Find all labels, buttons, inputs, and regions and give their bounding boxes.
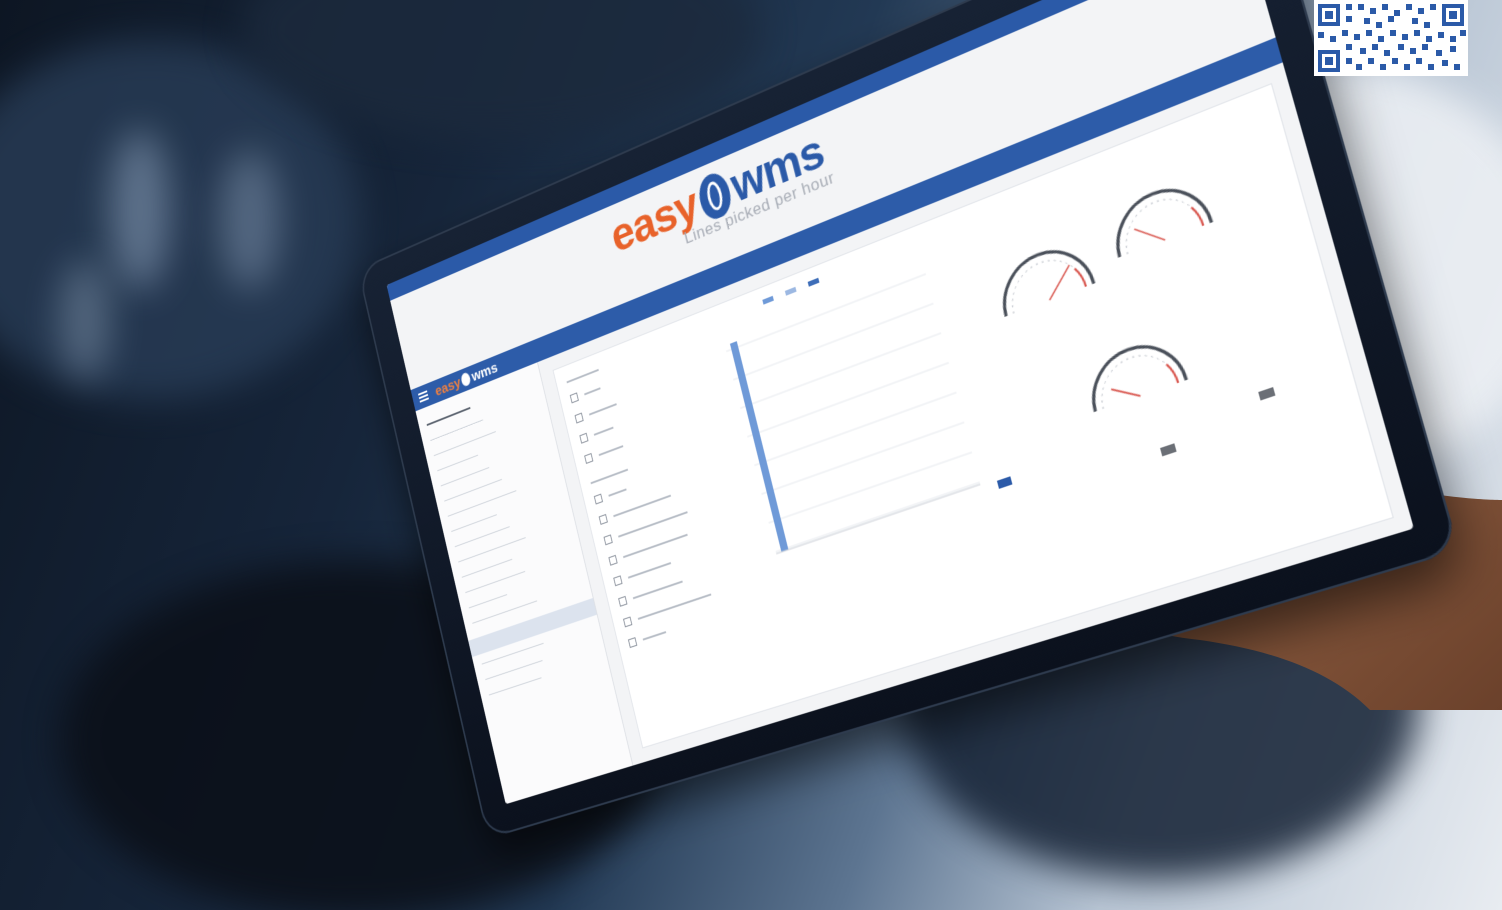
checkbox-icon[interactable] [623, 616, 632, 627]
chart-axis [776, 484, 980, 553]
gauge-red-zone [1071, 205, 1241, 406]
checkbox-icon[interactable] [628, 637, 637, 648]
checkbox-icon[interactable] [579, 433, 588, 444]
checkbox-icon[interactable] [618, 596, 627, 607]
legend-swatch [808, 278, 820, 287]
sidebar-item[interactable] [462, 559, 513, 578]
sidebar-item[interactable] [485, 660, 542, 680]
sidebar-item[interactable] [489, 677, 542, 695]
gauge-needle [1040, 219, 1202, 416]
sidebar-item[interactable] [469, 594, 507, 608]
status-badge [1160, 443, 1177, 456]
gauge-ticks [1000, 187, 1240, 429]
sidebar-item-active[interactable] [468, 598, 596, 657]
checkbox-icon[interactable] [613, 575, 622, 586]
sidebar-item[interactable] [437, 455, 478, 472]
sidebar-item[interactable] [441, 467, 490, 486]
sidebar-heading [427, 407, 471, 426]
chart-bar [730, 341, 788, 552]
filter-option[interactable] [628, 598, 756, 648]
checkbox-icon[interactable] [594, 494, 603, 505]
gauges [962, 132, 1284, 489]
checkbox-icon[interactable] [584, 453, 593, 464]
hamburger-menu-icon[interactable] [418, 390, 429, 402]
checkbox-icon[interactable] [608, 555, 617, 566]
sidebar-item[interactable] [455, 526, 510, 547]
checkbox-icon[interactable] [570, 392, 579, 403]
checkbox-icon[interactable] [575, 413, 584, 424]
checkbox-icon[interactable] [599, 514, 608, 525]
blue-badge [997, 476, 1012, 489]
gauge [990, 176, 1248, 432]
engine-highlight-3 [60, 260, 110, 380]
checkbox-icon[interactable] [604, 534, 613, 545]
engine-highlight-1 [110, 130, 170, 290]
bar-chart [705, 253, 990, 577]
engine-highlight-2 [220, 150, 280, 290]
chart-gridlines [726, 274, 979, 552]
qr-code-icon [1314, 0, 1468, 76]
legend-swatch [785, 287, 797, 296]
sidebar-item[interactable] [465, 571, 525, 593]
sidebar-item[interactable] [451, 514, 497, 532]
legend-swatch [762, 296, 774, 305]
photo: easy wms Lines picked per hour easy wms [0, 0, 1502, 910]
